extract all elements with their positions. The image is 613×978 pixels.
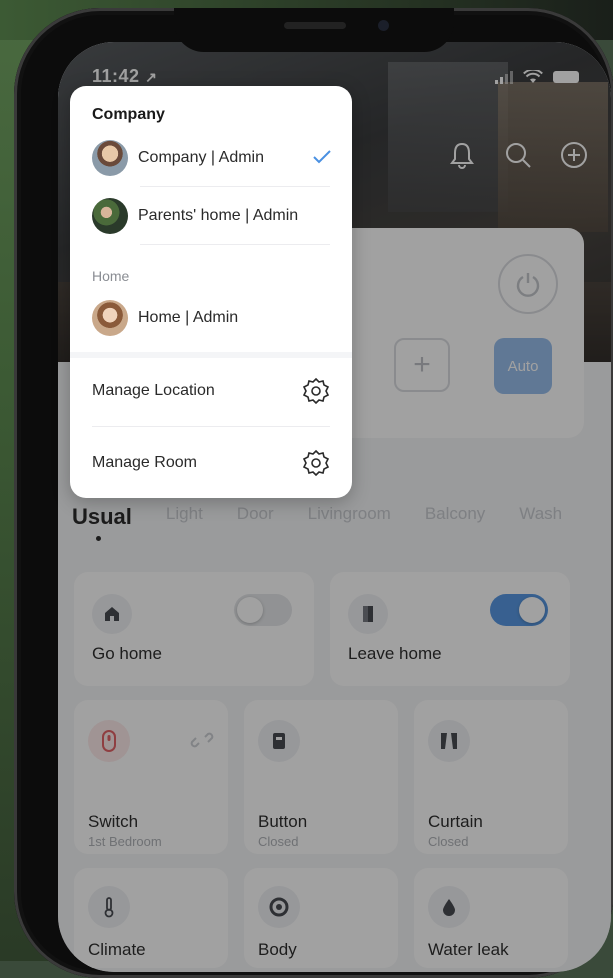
location-item-home[interactable]: Home | Admin [92, 296, 332, 340]
location-item-company[interactable]: Company | Admin [92, 136, 332, 180]
company-section-title: Company [92, 106, 165, 123]
section-separator [70, 352, 352, 358]
home-section-title: Home [92, 268, 130, 284]
avatar [92, 140, 128, 176]
avatar [92, 198, 128, 234]
gear-icon [302, 377, 330, 405]
manage-room-label: Manage Room [92, 454, 197, 471]
manage-location-label: Manage Location [92, 382, 215, 399]
location-menu: Company Company | Admin Parents' home | … [70, 86, 352, 498]
manage-location-button[interactable]: Manage Location [92, 371, 330, 411]
gear-icon [302, 449, 330, 477]
location-label: Home | Admin [138, 309, 239, 326]
location-label: Parents' home | Admin [138, 207, 299, 224]
location-label: Company | Admin [138, 149, 264, 166]
avatar [92, 300, 128, 336]
divider [92, 426, 330, 427]
divider [140, 186, 330, 187]
manage-room-button[interactable]: Manage Room [92, 443, 330, 483]
divider [140, 244, 330, 245]
checkmark-icon [313, 150, 331, 164]
phone-notch [174, 8, 454, 52]
location-item-parents-home[interactable]: Parents' home | Admin [92, 194, 332, 238]
